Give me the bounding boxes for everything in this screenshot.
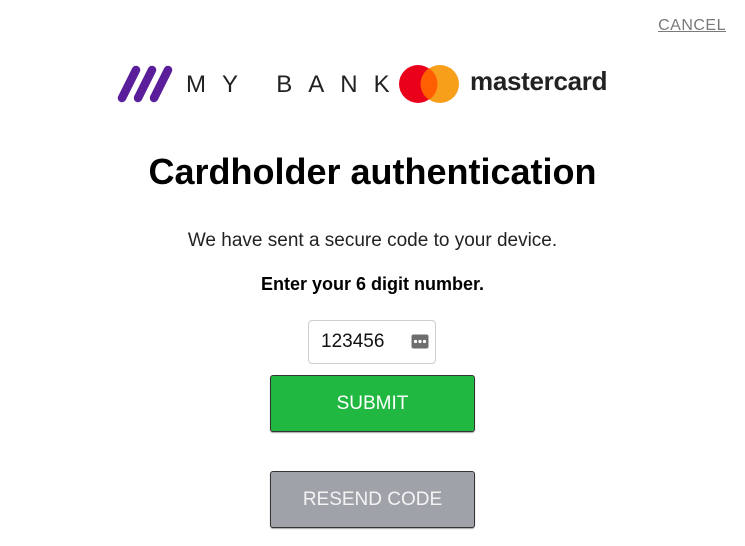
bank-name: MY BANK [186, 71, 406, 98]
code-instruction: Enter your 6 digit number. [260, 274, 485, 294]
password-keys-icon[interactable] [411, 334, 429, 349]
my-bank-logo-icon [117, 65, 173, 103]
page-title: Cardholder authentication [148, 151, 597, 192]
code-sent-message: We have sent a secure code to your devic… [187, 230, 558, 251]
brand-logos: MY BANK mastercard [116, 62, 636, 108]
cancel-link[interactable]: CANCEL [658, 17, 726, 35]
mastercard-wordmark: mastercard [470, 66, 608, 96]
submit-button[interactable]: SUBMIT [270, 375, 475, 432]
resend-code-button[interactable]: RESEND CODE [270, 471, 475, 528]
code-input[interactable] [321, 329, 401, 355]
code-input-container [308, 320, 436, 364]
mastercard-logo-icon [399, 65, 459, 103]
